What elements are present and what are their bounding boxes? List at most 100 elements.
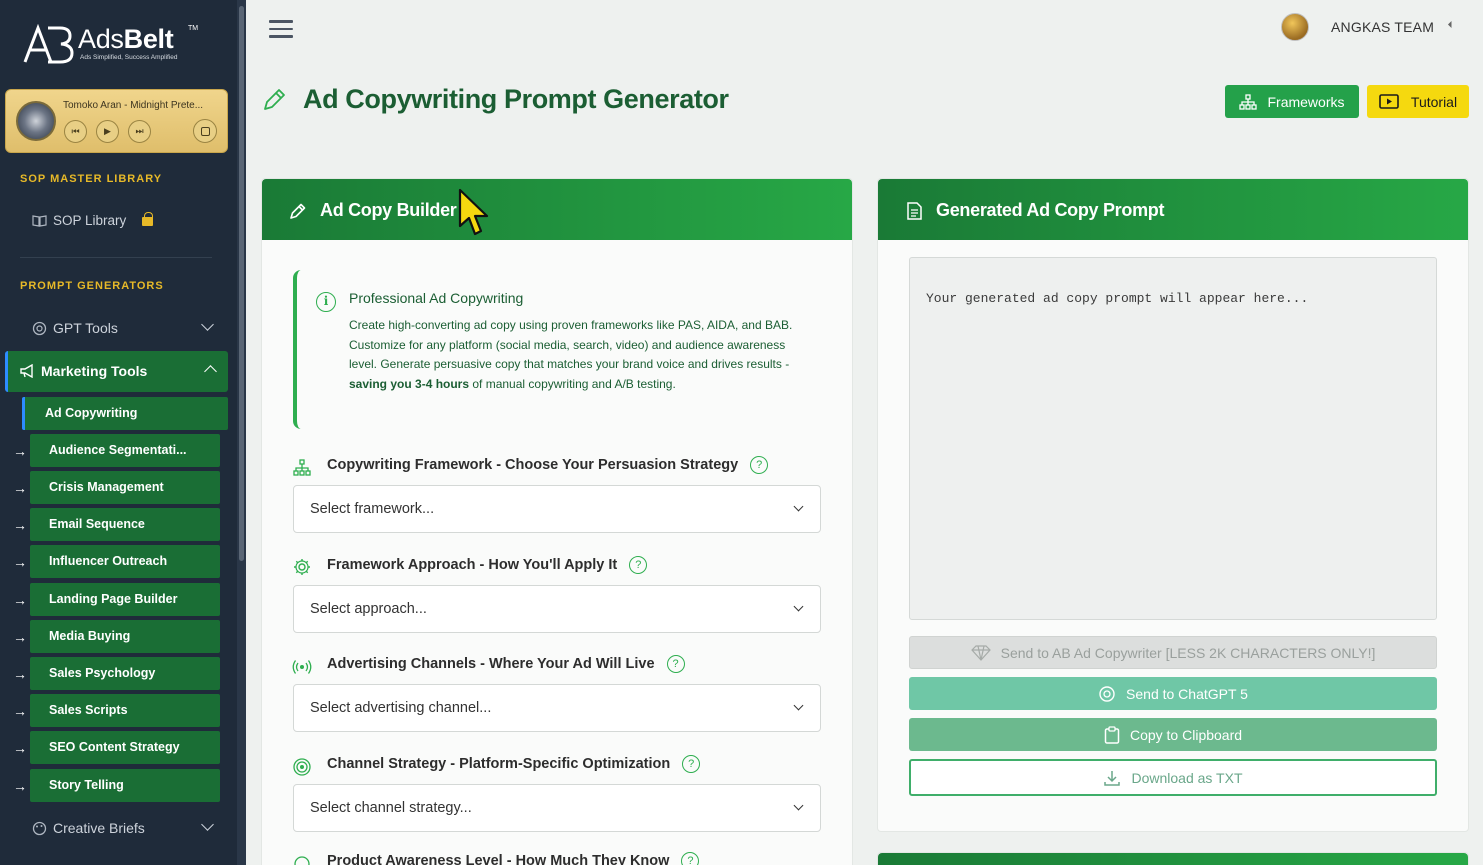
check-box-icon: [201, 127, 210, 136]
frameworks-button[interactable]: Frameworks: [1225, 85, 1359, 118]
sidebar-item-label: SOP Library: [53, 213, 127, 228]
section-sop-master-library: SOP MASTER LIBRARY: [20, 173, 163, 185]
adsbelt-logo-mark: [23, 24, 74, 64]
music-player: Tomoko Aran - Midnight Prete... ⏮ ▶ ⏭: [5, 89, 228, 153]
sidebar-item-ad-copywriting[interactable]: Ad Copywriting: [22, 397, 228, 430]
arrow-right-icon: →: [13, 629, 27, 645]
tutorial-button[interactable]: Tutorial: [1367, 85, 1469, 118]
sitemap-icon: [1239, 93, 1258, 110]
play-icon: ▶: [104, 126, 111, 136]
channel-strategy-select[interactable]: Select channel strategy...: [293, 784, 821, 832]
sidebar-group-creative-briefs[interactable]: Creative Briefs: [32, 820, 145, 836]
sidebar-group-label: Creative Briefs: [53, 820, 145, 836]
previous-track-button[interactable]: ⏮: [64, 120, 87, 143]
user-menu-caret-icon[interactable]: [1447, 20, 1456, 29]
channel-strategy-field-label: Channel Strategy - Platform-Specific Opt…: [327, 755, 701, 773]
help-icon[interactable]: ?: [681, 852, 700, 865]
chevron-down-icon: [793, 601, 804, 612]
chevron-down-icon[interactable]: [201, 318, 214, 331]
info-body: Create high-converting ad copy using pro…: [349, 318, 793, 391]
save-track-button[interactable]: [193, 119, 217, 143]
chevron-down-icon: [793, 800, 804, 811]
chevron-down-icon[interactable]: [201, 818, 214, 831]
sidebar-item-story-telling[interactable]: Story Telling: [30, 769, 220, 802]
sidebar-item-label: Story Telling: [49, 778, 124, 792]
awareness-field-label: Product Awareness Level - How Much They …: [327, 852, 700, 865]
sidebar-item-influencer-outreach[interactable]: Influencer Outreach: [30, 545, 220, 578]
channels-select[interactable]: Select advertising channel...: [293, 684, 821, 732]
openai-icon: [32, 321, 47, 335]
download-txt-button[interactable]: Download as TXT: [909, 759, 1437, 796]
brand-tagline: Ads Simplified, Success Amplified: [80, 54, 178, 61]
info-title: Professional Ad Copywriting: [349, 290, 524, 306]
arrow-right-icon: →: [13, 703, 27, 719]
approach-field-label: Framework Approach - How You'll Apply It…: [327, 556, 648, 574]
user-name[interactable]: ANGKAS TEAM: [1331, 19, 1434, 35]
album-art: [16, 101, 56, 141]
diamond-icon: [970, 644, 991, 661]
gear-icon: [294, 559, 310, 575]
lock-icon: [142, 212, 154, 226]
sidebar-item-label: Landing Page Builder: [49, 592, 178, 606]
send-ab-label: Send to AB Ad Copywriter [LESS 2K CHARAC…: [1000, 644, 1376, 661]
palette-icon: [32, 821, 47, 835]
previous-icon: ⏮: [71, 126, 80, 136]
avatar[interactable]: [1281, 13, 1309, 41]
arrow-right-icon: →: [13, 480, 27, 496]
output-placeholder: Your generated ad copy prompt will appea…: [926, 291, 1309, 306]
page-title: Ad Copywriting Prompt Generator: [303, 84, 729, 114]
builder-header: Ad Copy Builder: [262, 179, 852, 240]
arrow-right-icon: →: [13, 517, 27, 533]
send-to-chatgpt-button[interactable]: Send to ChatGPT 5: [909, 677, 1437, 710]
sidebar-group-marketing-tools[interactable]: Marketing Tools: [5, 351, 228, 392]
sidebar-item-media-buying[interactable]: Media Buying: [30, 620, 220, 653]
sidebar: AdsBelt TM Ads Simplified, Success Ampli…: [0, 0, 246, 865]
next-track-button[interactable]: ⏭: [128, 120, 151, 143]
target-icon: [293, 758, 311, 776]
play-button[interactable]: ▶: [96, 120, 119, 143]
section-prompt-generators: PROMPT GENERATORS: [20, 280, 164, 292]
sidebar-item-label: Ad Copywriting: [45, 406, 138, 420]
sidebar-item-label: Sales Psychology: [49, 666, 156, 680]
output-title: Generated Ad Copy Prompt: [936, 200, 1165, 220]
adsbelt-logo[interactable]: AdsBelt TM Ads Simplified, Success Ampli…: [22, 22, 212, 66]
tutorial-label: Tutorial: [1410, 93, 1458, 110]
framework-select[interactable]: Select framework...: [293, 485, 821, 533]
sidebar-item-sales-scripts[interactable]: Sales Scripts: [30, 694, 220, 727]
sidebar-item-label: Email Sequence: [49, 517, 145, 531]
help-icon[interactable]: ?: [666, 655, 685, 673]
help-icon[interactable]: ?: [629, 556, 648, 574]
sidebar-item-audience-segmentation[interactable]: Audience Segmentati...: [30, 434, 220, 467]
sidebar-scrollbar-thumb[interactable]: [239, 6, 244, 561]
sidebar-item-sales-psychology[interactable]: Sales Psychology: [30, 657, 220, 690]
arrow-right-icon: →: [13, 778, 27, 794]
sidebar-group-label: Marketing Tools: [41, 363, 148, 379]
sidebar-item-crisis-management[interactable]: Crisis Management: [30, 471, 220, 504]
next-icon: ⏭: [135, 126, 144, 136]
generated-prompt-textarea[interactable]: Your generated ad copy prompt will appea…: [909, 257, 1437, 620]
sidebar-divider: [20, 257, 212, 258]
brand-name: AdsBelt: [78, 24, 174, 54]
eye-icon: [294, 856, 310, 865]
sidebar-item-label: Influencer Outreach: [49, 554, 168, 568]
download-label: Download as TXT: [1131, 769, 1243, 786]
sidebar-item-email-sequence[interactable]: Email Sequence: [30, 508, 220, 541]
download-icon: [1104, 770, 1121, 786]
arrow-right-icon: →: [13, 740, 27, 756]
help-icon[interactable]: ?: [682, 755, 701, 773]
send-to-ab-copywriter-button[interactable]: Send to AB Ad Copywriter [LESS 2K CHARAC…: [909, 636, 1437, 669]
info-icon: i: [316, 292, 336, 312]
menu-toggle-icon[interactable]: [269, 20, 293, 38]
sidebar-item-sop-library[interactable]: SOP Library: [32, 212, 154, 228]
sidebar-item-seo-content-strategy[interactable]: SEO Content Strategy: [30, 731, 220, 764]
help-icon[interactable]: ?: [750, 456, 769, 474]
approach-select[interactable]: Select approach...: [293, 585, 821, 633]
copy-to-clipboard-button[interactable]: Copy to Clipboard: [909, 718, 1437, 751]
pencil-icon: [264, 89, 285, 110]
sidebar-item-landing-page-builder[interactable]: Landing Page Builder: [30, 583, 220, 616]
sidebar-group-gpt-tools[interactable]: GPT Tools: [32, 320, 118, 336]
document-icon: [907, 202, 922, 220]
book-icon: [32, 215, 47, 227]
next-card-header: [878, 853, 1468, 865]
openai-icon: [1099, 685, 1115, 702]
